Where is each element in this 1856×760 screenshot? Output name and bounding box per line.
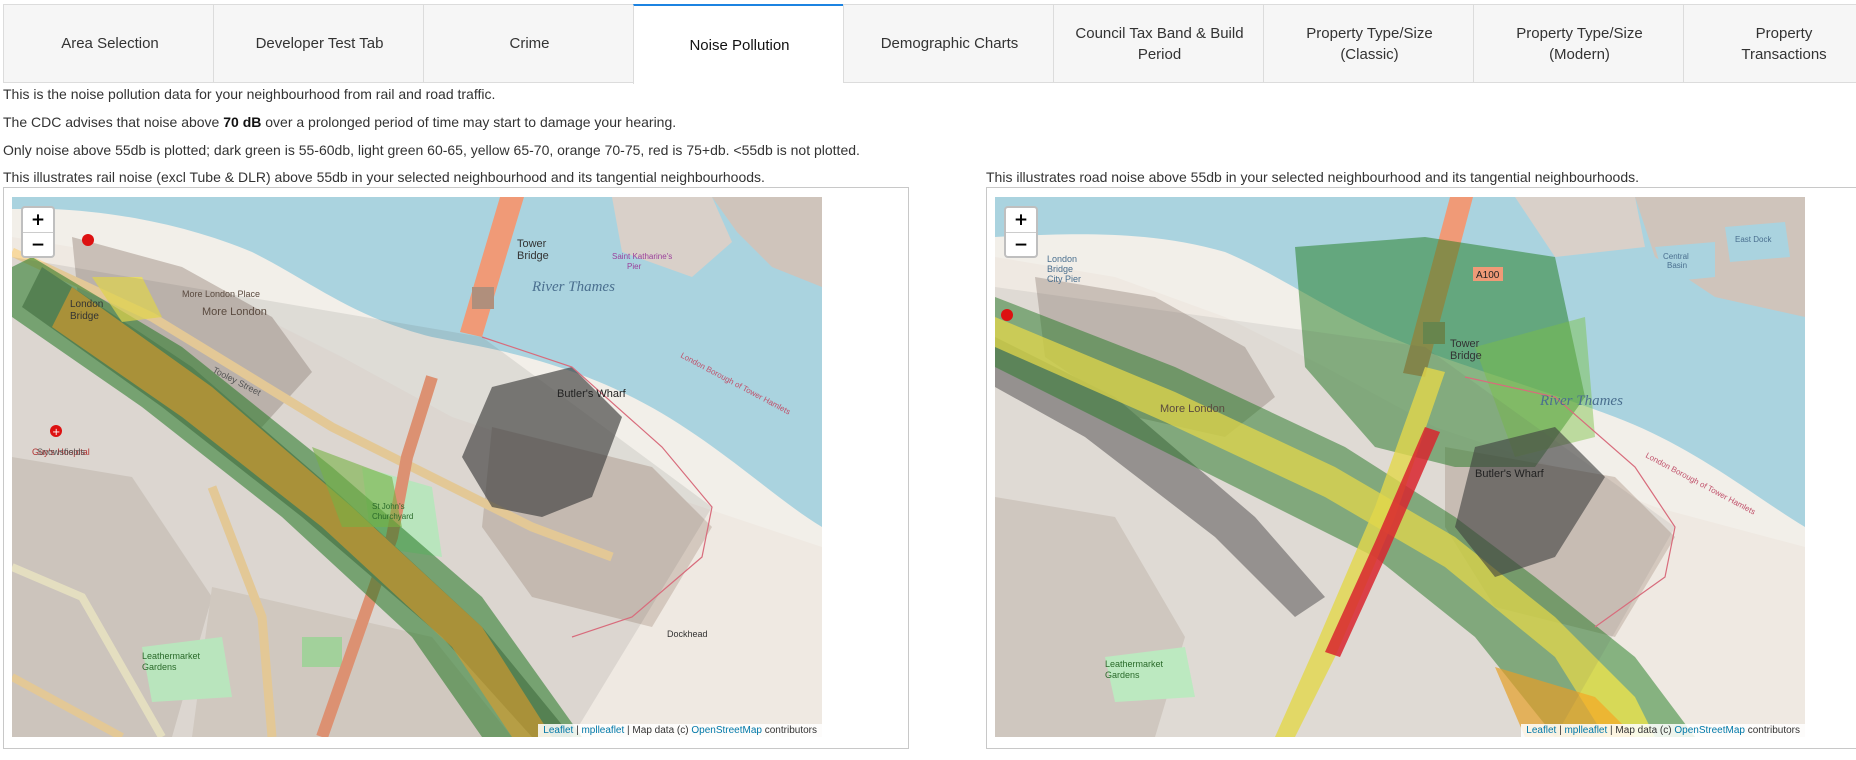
- intro-line-3: Only noise above 55db is plotted; dark g…: [3, 142, 860, 158]
- zoom-in-button[interactable]: +: [1006, 208, 1036, 233]
- road-noise-map[interactable]: River Thames Tower Bridge London Bridge Cit…: [995, 197, 1805, 737]
- tab-council-tax-band[interactable]: Council Tax Band & Build Period: [1053, 4, 1265, 83]
- london-bridge-label: London Bridge: [70, 299, 103, 322]
- tab-developer-test[interactable]: Developer Test Tab: [213, 4, 425, 83]
- tab-property-type-modern[interactable]: Property Type/Size (Modern): [1473, 4, 1685, 83]
- attrib-map-data: | Map data (c): [624, 725, 692, 736]
- tab-crime[interactable]: Crime: [423, 4, 635, 83]
- rail-map-caption: This illustrates rail noise (excl Tube &…: [3, 169, 765, 185]
- tab-label: Demographic Charts: [880, 35, 1019, 52]
- tab-area-selection[interactable]: Area Selection: [3, 4, 216, 83]
- hospital-marker: [1001, 309, 1013, 321]
- tab-label: Noise Pollution: [689, 36, 790, 54]
- intro-line-2: The CDC advises that noise above 70 dB o…: [3, 114, 676, 130]
- mplleaflet-link[interactable]: mplleaflet: [581, 725, 624, 736]
- intro-line-2-suffix: over a prolonged period of time may star…: [261, 114, 677, 130]
- leaflet-link[interactable]: Leaflet: [543, 725, 573, 736]
- road-map-caption: This illustrates road noise above 55db i…: [986, 169, 1640, 185]
- tower-bridge-label: Tower Bridge: [517, 238, 549, 262]
- tab-noise-pollution[interactable]: Noise Pollution: [633, 4, 845, 84]
- more-london-label: More London: [202, 306, 267, 318]
- road-zoom-control: + −: [1004, 206, 1038, 258]
- butlers-wharf-label: Butler's Wharf: [557, 388, 627, 400]
- attrib-contributors: contributors: [1744, 725, 1800, 736]
- tab-label: Property Type/Size (Classic): [1306, 24, 1433, 63]
- central-basin-label: Central Basin: [1663, 252, 1689, 270]
- attrib-contributors: contributors: [761, 725, 817, 736]
- rail-map-svg: River Thames Tower Bridge London Bridge Mo…: [12, 197, 822, 737]
- leaflet-link[interactable]: Leaflet: [1526, 725, 1556, 736]
- river-label: River Thames: [1539, 393, 1623, 409]
- more-london-place-label: More London Place: [182, 289, 260, 299]
- dockhead-label: Dockhead: [667, 629, 708, 639]
- road-map-attribution: Leaflet | mplleaflet | Map data (c) Open…: [1521, 724, 1805, 737]
- tower-bridge-label: Tower Bridge: [1450, 338, 1482, 362]
- butlers-wharf-label: Butler's Wharf: [1475, 468, 1545, 480]
- intro-line-2-prefix: The CDC advises that noise above: [3, 114, 224, 130]
- tab-bar: Area Selection Developer Test Tab Crime …: [0, 0, 1856, 84]
- intro-line-1: This is the noise pollution data for you…: [3, 86, 496, 102]
- mplleaflet-link[interactable]: mplleaflet: [1564, 725, 1607, 736]
- river-label: River Thames: [531, 279, 615, 295]
- tab-property-type-classic[interactable]: Property Type/Size (Classic): [1263, 4, 1475, 83]
- snowsfields-label: Snowsfields: [37, 447, 86, 457]
- osm-link[interactable]: OpenStreetMap: [691, 725, 762, 736]
- a100-label: A100: [1476, 270, 1500, 281]
- rail-noise-map[interactable]: River Thames Tower Bridge London Bridge Mo…: [12, 197, 822, 737]
- tab-label: Developer Test Tab: [255, 35, 384, 52]
- tab-label: Area Selection: [61, 35, 159, 52]
- tab-label: Crime: [509, 35, 550, 52]
- more-london-label: More London: [1160, 403, 1225, 415]
- tab-label: Property Transactions: [1741, 24, 1827, 63]
- road-map-svg: River Thames Tower Bridge London Bridge Cit…: [995, 197, 1805, 737]
- clinic-marker: [82, 234, 94, 246]
- tab-label: Property Type/Size (Modern): [1516, 24, 1643, 63]
- tab-label: Council Tax Band & Build Period: [1075, 24, 1244, 63]
- rail-map-attribution: Leaflet | mplleaflet | Map data (c) Open…: [538, 724, 822, 737]
- tab-property-transactions[interactable]: Property Transactions: [1683, 4, 1856, 83]
- osm-link[interactable]: OpenStreetMap: [1674, 725, 1745, 736]
- hospital-marker-cross: +: [52, 427, 60, 438]
- tower-bridge-tower: [472, 287, 494, 309]
- zoom-out-button[interactable]: −: [1006, 233, 1036, 257]
- east-dock-label: East Dock: [1735, 235, 1772, 244]
- rail-zoom-control: + −: [21, 206, 55, 258]
- zoom-out-button[interactable]: −: [23, 233, 53, 257]
- intro-line-2-bold: 70 dB: [223, 114, 262, 130]
- zoom-in-button[interactable]: +: [23, 208, 53, 233]
- tab-demographic-charts[interactable]: Demographic Charts: [843, 4, 1055, 83]
- attrib-map-data: | Map data (c): [1607, 725, 1675, 736]
